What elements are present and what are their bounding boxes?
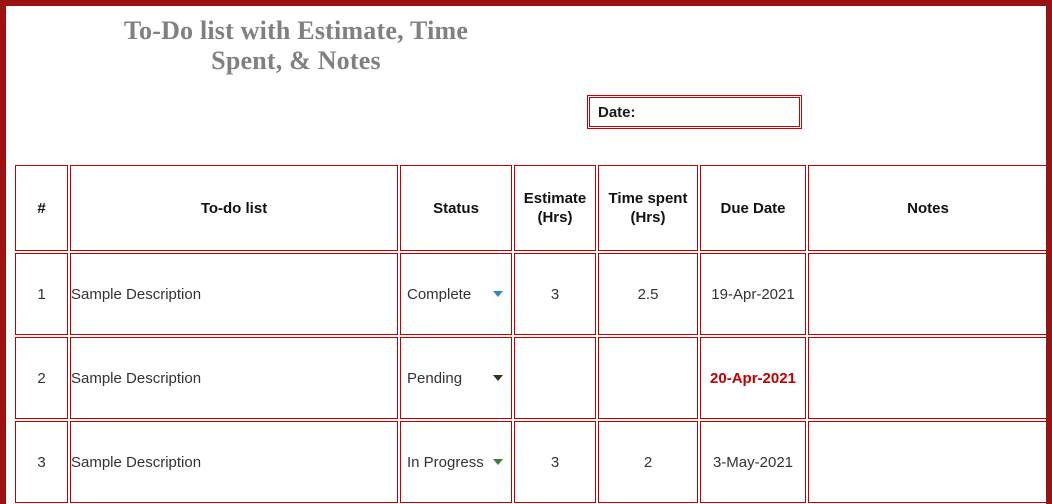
- cell-timespent[interactable]: 2: [598, 421, 698, 503]
- cell-estimate[interactable]: [514, 337, 596, 419]
- cell-timespent[interactable]: 2.5: [598, 253, 698, 335]
- table-row: 2 Sample Description Pending 20-Apr-2021: [15, 337, 1046, 419]
- table-row: 3 Sample Description In Progress 3 2 3-M…: [15, 421, 1046, 503]
- todo-table-container: # To-do list Status Estimate (Hrs) Time s…: [13, 163, 1046, 504]
- header-cell-number: #: [15, 165, 68, 251]
- status-label: Pending: [407, 369, 463, 387]
- status-label: In Progress: [407, 453, 484, 471]
- cell-status[interactable]: In Progress: [400, 421, 512, 503]
- cell-timespent[interactable]: [598, 337, 698, 419]
- header-row: # To-do list Status Estimate (Hrs) Time s…: [15, 165, 1046, 251]
- cell-todo[interactable]: Sample Description: [70, 337, 398, 419]
- header-cell-duedate: Due Date: [700, 165, 806, 251]
- spreadsheet-page: To-Do list with Estimate, Time Spent, & N…: [0, 0, 1052, 504]
- todo-table: # To-do list Status Estimate (Hrs) Time s…: [13, 163, 1046, 504]
- cell-duedate[interactable]: 3-May-2021: [700, 421, 806, 503]
- cell-estimate[interactable]: 3: [514, 421, 596, 503]
- date-input[interactable]: [635, 98, 843, 126]
- header-cell-estimate: Estimate (Hrs): [514, 165, 596, 251]
- date-label: Date:: [598, 103, 636, 121]
- chevron-down-icon[interactable]: [493, 291, 503, 297]
- cell-todo[interactable]: Sample Description: [70, 421, 398, 503]
- cell-notes[interactable]: [808, 253, 1046, 335]
- cell-status[interactable]: Pending: [400, 337, 512, 419]
- cell-todo[interactable]: Sample Description: [70, 253, 398, 335]
- chevron-down-icon[interactable]: [493, 459, 503, 465]
- page-title-text: To-Do list with Estimate, Time Spent, & N…: [123, 16, 469, 75]
- table-header: # To-do list Status Estimate (Hrs) Time s…: [15, 165, 1046, 251]
- cell-estimate[interactable]: 3: [514, 253, 596, 335]
- cell-notes[interactable]: [808, 337, 1046, 419]
- table-row: 1 Sample Description Complete 3 2.5 19-A…: [15, 253, 1046, 335]
- chevron-down-icon[interactable]: [493, 375, 503, 381]
- page-title: To-Do list with Estimate, Time Spent, & N…: [6, 16, 586, 76]
- cell-number[interactable]: 2: [15, 337, 68, 419]
- header-cell-todo: To-do list: [70, 165, 398, 251]
- header-cell-notes: Notes: [808, 165, 1046, 251]
- cell-notes[interactable]: [808, 421, 1046, 503]
- cell-duedate[interactable]: 20-Apr-2021: [700, 337, 806, 419]
- header-cell-timespent: Time spent (Hrs): [598, 165, 698, 251]
- table-body: 1 Sample Description Complete 3 2.5 19-A…: [15, 253, 1046, 504]
- cell-duedate[interactable]: 19-Apr-2021: [700, 253, 806, 335]
- date-field[interactable]: Date:: [587, 95, 843, 129]
- cell-number[interactable]: 3: [15, 421, 68, 503]
- cell-status[interactable]: Complete: [400, 253, 512, 335]
- header-cell-status: Status: [400, 165, 512, 251]
- cell-number[interactable]: 1: [15, 253, 68, 335]
- status-label: Complete: [407, 285, 472, 303]
